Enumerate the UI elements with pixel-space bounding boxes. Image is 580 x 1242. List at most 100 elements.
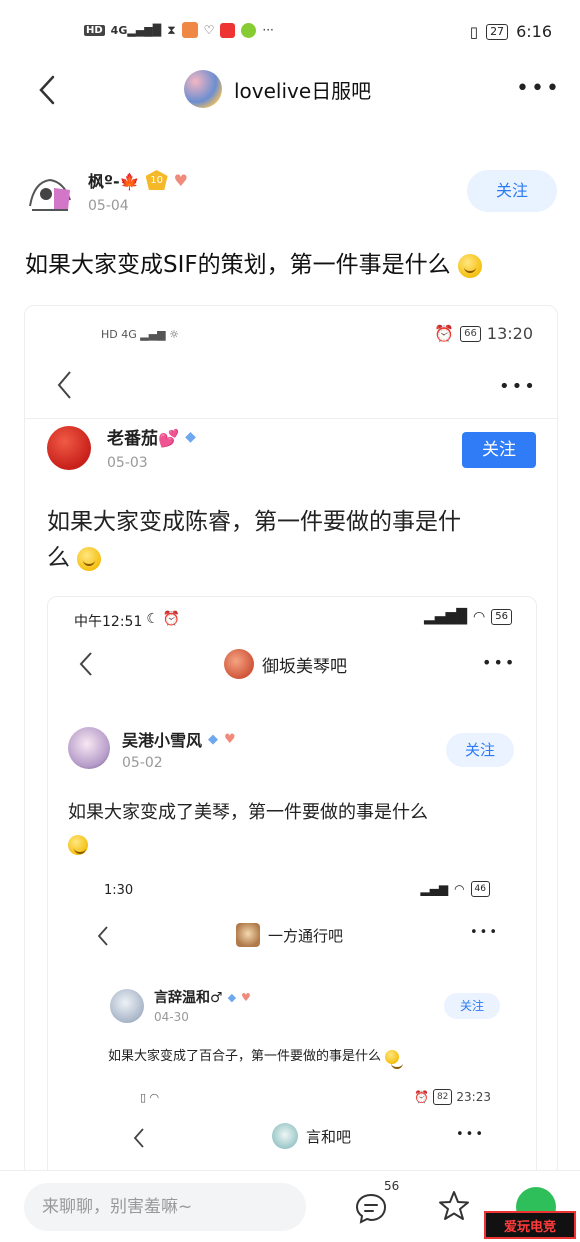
nested2-time: 中午12:51 <box>74 614 143 630</box>
alarm-icon: ⏰ <box>434 324 455 343</box>
nested3-author-info: 言辞温和♂ ◆ ♥ 04-30 <box>154 987 251 1024</box>
nested3-author-avatar <box>110 989 144 1023</box>
comment-input[interactable]: 来聊聊，别害羞嘛~ <box>24 1183 306 1231</box>
level-badge: 10 <box>145 170 168 190</box>
calendar-icon <box>220 22 236 38</box>
watermark-text: 爱玩电竞 <box>503 1219 556 1235</box>
battery-indicator: 27 <box>486 23 509 40</box>
more-notifications: ··· <box>262 23 274 37</box>
bottom-bar: 来聊聊，别害羞嘛~ 56 爱玩电竞 <box>0 1170 580 1242</box>
nested2-battery: 56 <box>491 609 512 625</box>
nested3-lungs-icon: ♥ <box>241 990 251 1004</box>
nested2-title: 如果大家变成了美琴，第一件要做的事是什么 <box>68 797 428 861</box>
nested3-forum-avatar <box>236 923 260 947</box>
nested4-status-right: ⏰ 82 23:23 <box>414 1089 491 1105</box>
screenshot-image-3: 1:30 ▂▄▆ ◠ 46 一方通行吧 ••• 言辞温和♂ ◆ ♥ 04-30 … <box>68 869 508 1176</box>
nested3-date: 04-30 <box>154 1010 189 1024</box>
nested3-more-icon: ••• <box>470 925 500 940</box>
nested4-more-icon: ••• <box>456 1127 486 1142</box>
nested4-forum-name: 言和吧 <box>306 1127 352 1146</box>
nested2-status-right: ▂▄▆█ ◠ 56 <box>424 609 512 625</box>
nested1-divider <box>25 418 557 419</box>
alarm-icon-2: ⏰ <box>162 611 181 627</box>
heart-rate-icon: ♡ <box>203 23 215 37</box>
nested3-forum-name: 一方通行吧 <box>268 926 344 945</box>
signal-icon: 4G▂▄▆█ <box>110 23 162 37</box>
nested1-title-line2: 么 <box>47 545 70 571</box>
wifi-icon: ◠ <box>473 609 486 625</box>
star-icon <box>439 1191 469 1220</box>
hourglass-icon: ⧗ <box>167 22 176 37</box>
author-avatar[interactable] <box>24 166 76 218</box>
vibrate-icon: ▯ <box>469 22 479 41</box>
nested1-author-info: 老番茄💕 ◆ 05-03 <box>107 424 196 472</box>
nested2-diamond-icon: ◆ <box>208 731 219 747</box>
nested4-battery: 82 <box>432 1089 453 1105</box>
nested2-smile-icon <box>68 835 88 855</box>
forum-avatar <box>184 70 222 108</box>
back-button[interactable] <box>36 74 58 105</box>
nested1-follow-button: 关注 <box>462 432 536 468</box>
nested3-wifi-icon: ◠ <box>454 882 465 896</box>
chevron-left-icon <box>39 75 55 105</box>
nested2-signal-icon: ▂▄▆█ <box>423 609 468 625</box>
nested3-signal-icon: ▂▄▆ <box>420 882 449 896</box>
nested3-smile-icon <box>385 1049 404 1069</box>
watermark-logo: 爱玩电竞 <box>484 1211 576 1239</box>
author-name[interactable]: 枫º-🍁 <box>88 168 140 192</box>
nested4-forum-header: 言和吧 <box>272 1123 351 1149</box>
nested1-more-icon: ••• <box>499 376 537 397</box>
nested3-follow-button: 关注 <box>444 993 500 1019</box>
comment-count: 56 <box>384 1179 400 1193</box>
nested3-diamond-icon: ◆ <box>227 990 237 1004</box>
nested3-forum-header: 一方通行吧 <box>236 923 343 947</box>
post-title: 如果大家变成SIF的策划，第一件事是什么 <box>25 245 482 279</box>
nested2-forum-name: 御坂美琴吧 <box>262 656 347 677</box>
nested3-back-icon <box>96 925 110 951</box>
nested3-author-name: 言辞温和♂ <box>154 990 223 1006</box>
status-right: ▯ 27 6:16 <box>470 22 552 41</box>
favorite-button[interactable] <box>437 1189 471 1227</box>
nested1-author-name: 老番茄💕 <box>107 429 180 449</box>
nested2-author-info: 吴港小雪风 ◆ ♥ 05-02 <box>122 727 236 771</box>
screenshot-image-1[interactable]: HD 4G ▂▄▆ ☼ ⏰ 66 13:20 ••• 老番茄💕 ◆ 05-03 … <box>24 305 558 1177</box>
screenshot-image-2: 中午12:51 ☾ ⏰ ▂▄▆█ ◠ 56 御坂美琴吧 ••• 吴港小雪风 ◆ … <box>47 596 537 1176</box>
nested1-title: 如果大家变成陈睿，第一件要做的事是什 么 <box>47 504 547 576</box>
nested1-status-left: HD 4G ▂▄▆ ☼ <box>101 328 179 341</box>
nested4-back-icon <box>132 1127 146 1153</box>
smile-emoji-icon <box>457 253 482 278</box>
more-options-button[interactable]: ••• <box>516 76 561 101</box>
forum-name: lovelive日服吧 <box>234 78 372 103</box>
nested1-date: 05-03 <box>107 455 148 471</box>
hd-icon: HD <box>84 24 105 36</box>
nested3-status-right: ▂▄▆ ◠ 46 <box>420 881 490 897</box>
nested2-lungs-icon: ♥ <box>224 731 236 747</box>
nested2-author-name: 吴港小雪风 <box>122 731 203 750</box>
author-info: 枫º-🍁 10 ♥ 05-04 <box>88 168 188 214</box>
nested4-time: 23:23 <box>456 1090 491 1104</box>
nested2-forum-avatar <box>224 649 254 679</box>
nested1-title-line1: 如果大家变成陈睿，第一件要做的事是什 <box>47 509 461 535</box>
forum-header[interactable]: lovelive日服吧 <box>184 70 371 108</box>
clock: 6:16 <box>516 22 552 41</box>
status-bar: HD 4G▂▄▆█ ⧗ ♡ ··· ▯ 27 6:16 <box>0 0 580 62</box>
nested2-back-icon <box>78 651 94 681</box>
follow-button[interactable]: 关注 <box>467 170 557 212</box>
nested3-time: 1:30 <box>104 883 134 898</box>
app-notification-icon <box>181 22 198 38</box>
nested4-alarm-icon: ⏰ <box>414 1090 429 1104</box>
sketch-avatar-icon <box>29 178 71 211</box>
moon-icon: ☾ <box>146 611 159 627</box>
nested2-forum-header: 御坂美琴吧 <box>224 649 347 679</box>
nested3-title: 如果大家变成了百合子，第一件要做的事是什么 <box>108 1045 404 1069</box>
nested4-status-left: ▯ ◠ <box>140 1091 160 1104</box>
status-left-icons: HD 4G▂▄▆█ ⧗ ♡ ··· <box>84 22 274 38</box>
nested1-time: 13:20 <box>486 324 533 343</box>
nested2-follow-button: 关注 <box>446 733 514 767</box>
comments-button[interactable] <box>354 1191 388 1229</box>
nested2-status-left: 中午12:51 ☾ ⏰ <box>74 611 180 631</box>
nested2-more-icon: ••• <box>482 653 517 672</box>
app-notification-icon-2 <box>241 22 257 38</box>
nested1-author-avatar <box>47 426 91 470</box>
comment-bubble-icon <box>355 1193 387 1224</box>
